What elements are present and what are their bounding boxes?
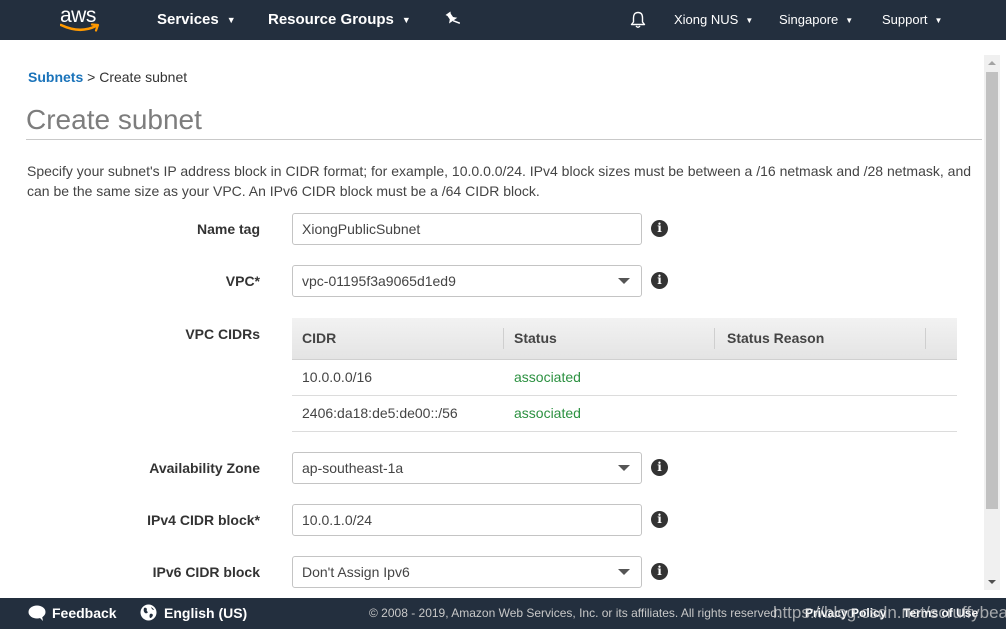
scroll-down-arrow-icon[interactable]	[988, 580, 996, 584]
dropdown-arrow-icon	[618, 569, 630, 575]
ipv6-cidr-select[interactable]: Don't Assign Ipv6	[292, 556, 642, 588]
resource-groups-label: Resource Groups	[268, 11, 394, 28]
page-description: Specify your subnet's IP address block i…	[27, 163, 972, 199]
chevron-down-icon: ▼	[226, 15, 236, 25]
table-row: 10.0.0.0/16 associated	[292, 360, 957, 396]
language-label: English (US)	[164, 605, 248, 621]
top-navigation-bar: aws Services ▼ Resource Groups ▼ Xiong NUS…	[0, 0, 1006, 40]
main-content: Subnets > Create subnet Create subnet Sp…	[0, 40, 984, 598]
terms-of-use-link[interactable]: Terms of Use	[903, 598, 978, 629]
breadcrumb-separator: >	[87, 69, 96, 85]
globe-icon	[140, 604, 157, 621]
column-divider	[925, 328, 926, 349]
chevron-down-icon: ▼	[745, 16, 754, 25]
pin-icon[interactable]	[444, 11, 461, 29]
status-cell: associated	[514, 369, 581, 385]
table-header: CIDR Status Status Reason	[292, 318, 957, 360]
vertical-scrollbar[interactable]	[984, 55, 1000, 590]
breadcrumb-subnets-link[interactable]: Subnets	[28, 69, 83, 85]
info-icon[interactable]: i	[651, 220, 668, 237]
speech-bubble-icon	[28, 605, 46, 621]
ipv4-cidr-label: IPv4 CIDR block*	[147, 512, 260, 528]
vpc-label: VPC*	[225, 273, 260, 289]
aws-logo[interactable]: aws	[58, 4, 104, 36]
column-header-cidr[interactable]: CIDR	[302, 318, 336, 359]
availability-zone-label: Availability Zone	[149, 460, 260, 476]
resource-groups-menu[interactable]: Resource Groups ▼	[268, 0, 411, 40]
dropdown-arrow-icon	[618, 465, 630, 471]
chevron-down-icon: ▼	[401, 15, 411, 25]
privacy-policy-link[interactable]: Privacy Policy	[805, 598, 886, 629]
services-menu[interactable]: Services ▼	[157, 0, 236, 40]
language-selector[interactable]: English (US)	[140, 598, 247, 629]
region-menu[interactable]: Singapore ▼	[779, 0, 853, 40]
footer-bar: Feedback English (US) © 2008 - 2019, Ama…	[0, 598, 1006, 629]
account-label: Xiong NUS	[674, 12, 739, 27]
column-header-status-reason[interactable]: Status Reason	[727, 318, 824, 359]
vpc-cidrs-table: CIDR Status Status Reason 10.0.0.0/16 as…	[292, 318, 957, 432]
cidr-cell: 2406:da18:de5:de00::/56	[302, 405, 458, 421]
table-row: 2406:da18:de5:de00::/56 associated	[292, 396, 957, 432]
aws-smile-icon	[60, 23, 100, 32]
vpc-select[interactable]: vpc-01195f3a9065d1ed9	[292, 265, 642, 297]
feedback-button[interactable]: Feedback	[28, 598, 117, 629]
account-menu[interactable]: Xiong NUS ▼	[674, 0, 753, 40]
info-icon[interactable]: i	[651, 459, 668, 476]
name-tag-input[interactable]	[292, 213, 642, 245]
dropdown-arrow-icon	[618, 278, 630, 284]
column-divider	[503, 328, 504, 349]
support-label: Support	[882, 12, 928, 27]
info-icon[interactable]: i	[651, 563, 668, 580]
title-divider	[26, 139, 982, 140]
status-cell: associated	[514, 405, 581, 421]
vpc-cidrs-label: VPC CIDRs	[185, 326, 260, 342]
ipv4-cidr-input[interactable]	[292, 504, 642, 536]
chevron-down-icon: ▼	[934, 16, 943, 25]
breadcrumb-current: Create subnet	[99, 69, 188, 85]
ipv6-cidr-label: IPv6 CIDR block	[152, 564, 260, 580]
info-icon[interactable]: i	[651, 511, 668, 528]
cidr-cell: 10.0.0.0/16	[302, 369, 373, 385]
page-title: Create subnet	[26, 104, 202, 135]
column-divider	[714, 328, 715, 349]
scrollbar-thumb[interactable]	[986, 72, 998, 509]
region-label: Singapore	[779, 12, 839, 27]
vpc-select-value: vpc-01195f3a9065d1ed9	[302, 273, 456, 289]
availability-zone-value: ap-southeast-1a	[302, 460, 404, 476]
feedback-label: Feedback	[52, 605, 117, 621]
services-label: Services	[157, 11, 219, 28]
chevron-down-icon: ▼	[845, 16, 854, 25]
ipv6-cidr-value: Don't Assign Ipv6	[302, 564, 410, 580]
copyright-text: © 2008 - 2019, Amazon Web Services, Inc.…	[369, 606, 781, 620]
column-header-status[interactable]: Status	[514, 318, 557, 359]
support-menu[interactable]: Support ▼	[882, 0, 942, 40]
info-icon[interactable]: i	[651, 272, 668, 289]
availability-zone-select[interactable]: ap-southeast-1a	[292, 452, 642, 484]
notifications-bell-icon[interactable]	[629, 11, 647, 29]
breadcrumb: Subnets > Create subnet	[28, 69, 187, 85]
name-tag-label: Name tag	[196, 221, 260, 237]
scroll-up-arrow-icon[interactable]	[988, 61, 996, 65]
